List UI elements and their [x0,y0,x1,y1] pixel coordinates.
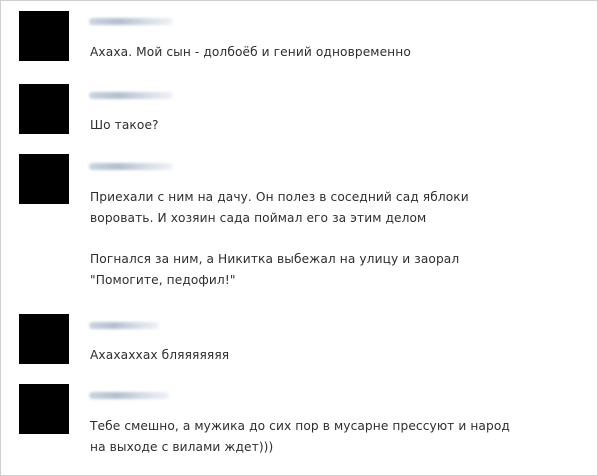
message-line: Приехали с ним на дачу. Он полез в сосед… [90,190,469,204]
author-name-blurred[interactable] [89,92,173,99]
message-text: Приехали с ним на дачу. Он полез в сосед… [90,187,469,229]
avatar[interactable] [19,11,69,61]
message-text-continued: Погнался за ним, а Никитка выбежал на ул… [90,249,459,291]
avatar[interactable] [19,384,69,434]
message-line: воровать. И хозяин сада поймал его за эт… [90,211,427,225]
message-line: Тебе смешно, а мужика до сих пор в мусар… [90,419,510,433]
message-line: "Помогите, педофил!" [90,273,236,287]
message-line: Ахахаххах бляяяяяяя [90,348,230,362]
avatar[interactable] [19,314,69,364]
author-name-blurred[interactable] [89,18,173,25]
author-name-blurred[interactable] [89,392,169,399]
message-line: Шо такое? [90,118,159,132]
message-text: Шо такое? [90,115,159,136]
author-name-blurred[interactable] [89,163,173,170]
message-text: Ахахаххах бляяяяяяя [90,345,229,366]
avatar[interactable] [19,154,69,204]
message-line: Погнался за ним, а Никитка выбежал на ул… [90,252,460,266]
message-line: на выходе с вилами ждет))) [90,440,274,454]
message-text: Ахаха. Мой сын - долбоёб и гений одновре… [90,42,411,63]
chat-window: Ахаха. Мой сын - долбоёб и гений одновре… [0,0,598,476]
message-line: Ахаха. Мой сын - долбоёб и гений одновре… [90,45,411,59]
message-text: Тебе смешно, а мужика до сих пор в мусар… [90,416,510,458]
avatar[interactable] [19,84,69,134]
author-name-blurred[interactable] [89,322,159,329]
